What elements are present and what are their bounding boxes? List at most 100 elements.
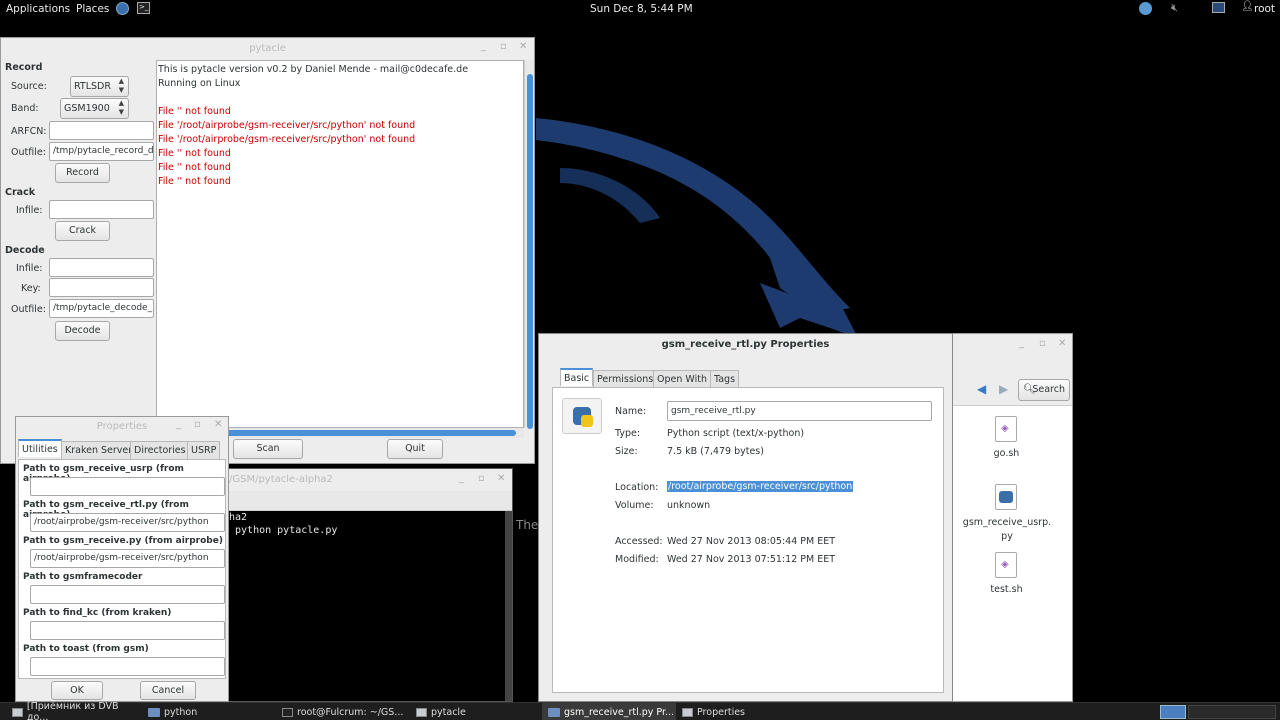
workspace-switcher-other[interactable] — [1188, 705, 1276, 719]
places-menu[interactable]: Places — [76, 3, 109, 15]
gsm-receive-usrp-path-field[interactable] — [30, 477, 225, 496]
taskbar-item[interactable]: python — [142, 703, 276, 720]
find-kc-path-field[interactable] — [30, 621, 225, 640]
pytacle-titlebar[interactable]: pytacle — [1, 38, 534, 60]
file-properties-titlebar[interactable]: gsm_receive_rtl.py Properties — [539, 334, 952, 356]
scrollbar-thumb[interactable] — [527, 74, 533, 429]
python-file-icon[interactable] — [562, 398, 602, 434]
tab-permissions[interactable]: Permissions — [593, 370, 658, 388]
name-field[interactable]: gsm_receive_rtl.py — [667, 401, 932, 421]
taskbar-item[interactable]: Properties — [676, 703, 810, 720]
decode-button[interactable]: Decode — [55, 321, 110, 341]
python-file-icon[interactable] — [995, 484, 1017, 510]
kali-menu-icon[interactable] — [1139, 2, 1152, 15]
field-label: Path to gsmframecoder — [23, 572, 143, 582]
volume-muted-icon[interactable]: 🔇︎ — [1171, 1, 1178, 15]
file-name[interactable]: go.sh — [979, 448, 1034, 459]
tab-usrp[interactable]: USRP — [187, 441, 221, 459]
network-icon[interactable] — [1212, 2, 1225, 13]
log-textview[interactable]: This is pytacle version v0.2 by Daniel M… — [156, 60, 524, 428]
minimize-icon[interactable]: _ — [1019, 338, 1024, 349]
taskbar: [Приёмник из DVB до... python root@Fulcr… — [0, 701, 1280, 720]
tab-tags[interactable]: Tags — [710, 370, 740, 388]
gsmframecoder-path-field[interactable] — [30, 585, 225, 604]
scan-button[interactable]: Scan — [233, 439, 303, 459]
field-label: Path to toast (from gsm) — [23, 644, 149, 654]
workspace-switcher[interactable] — [1160, 705, 1186, 719]
gsm-receive-path-field[interactable]: /root/airprobe/gsm-receiver/src/python — [30, 549, 225, 568]
log-line: File '' not found — [158, 148, 231, 159]
source-label: Source: — [11, 81, 47, 92]
type-value: Python script (text/x-python) — [667, 428, 805, 439]
top-panel: Applications Places >_ Sun Dec 8, 5:44 P… — [0, 0, 1280, 18]
applications-menu[interactable]: Applications — [6, 3, 70, 15]
maximize-icon[interactable]: ▫ — [194, 419, 201, 430]
minimize-icon[interactable]: _ — [176, 419, 181, 430]
shell-script-icon[interactable]: ◈ — [995, 552, 1017, 578]
quit-button[interactable]: Quit — [387, 439, 443, 459]
record-button[interactable]: Record — [55, 163, 110, 183]
terminal-line: python pytacle.py — [229, 525, 338, 536]
terminal-output[interactable]: ha2 python pytacle.py — [229, 511, 337, 537]
log-line: File '/root/airprobe/gsm-receiver/src/py… — [158, 120, 416, 131]
close-icon[interactable]: ✕ — [1058, 338, 1066, 349]
user-menu[interactable]: root — [1254, 3, 1275, 15]
log-line: File '' not found — [158, 176, 231, 187]
modified-value: Wed 27 Nov 2013 07:51:12 PM EET — [667, 554, 836, 565]
search-button[interactable]: 🔍︎ Search — [1018, 379, 1070, 401]
file-name[interactable]: test.sh — [979, 584, 1034, 595]
window-icon — [682, 707, 693, 717]
taskbar-item[interactable]: gsm_receive_rtl.py Pr... — [542, 703, 676, 720]
chevron-updown-icon: ▲ ▼ — [118, 99, 124, 116]
location-value[interactable]: /root/airprobe/gsm-receiver/src/python — [667, 481, 854, 492]
minimize-icon[interactable]: _ — [481, 41, 486, 52]
arfcn-field[interactable] — [49, 121, 154, 140]
tab-utilities[interactable]: Utilities — [18, 439, 62, 457]
close-icon[interactable]: ✕ — [519, 41, 527, 52]
file-name[interactable]: gsm_receive_usrp. py — [961, 516, 1053, 544]
log-vertical-scrollbar[interactable] — [524, 60, 534, 429]
tab-open-with[interactable]: Open With — [653, 370, 711, 388]
source-select[interactable]: RTLSDR ▲ ▼ — [70, 76, 129, 97]
forward-arrow-icon[interactable]: ▶ — [999, 382, 1008, 396]
record-outfile-label: Outfile: — [11, 147, 46, 158]
key-field[interactable] — [49, 278, 154, 297]
terminal-scrollbar[interactable] — [505, 511, 512, 701]
close-icon[interactable]: ✕ — [214, 419, 222, 430]
browser-icon[interactable] — [116, 2, 129, 15]
decode-infile-field[interactable] — [49, 258, 154, 277]
volume-label: Volume: — [615, 500, 654, 511]
close-icon[interactable]: ✕ — [497, 473, 505, 484]
log-line: Running on Linux — [158, 78, 241, 89]
record-outfile-field[interactable]: /tmp/pytacle_record_dl — [49, 142, 154, 161]
back-arrow-icon[interactable]: ◀ — [977, 382, 986, 396]
maximize-icon[interactable]: ▫ — [478, 473, 485, 484]
crack-heading: Crack — [5, 187, 36, 198]
taskbar-item[interactable]: root@Fulcrum: ~/GS... — [276, 703, 410, 720]
crack-infile-field[interactable] — [49, 200, 154, 219]
decode-infile-label: Infile: — [16, 263, 43, 274]
maximize-icon[interactable]: ▫ — [1039, 338, 1046, 349]
terminal-launcher-icon[interactable]: >_ — [137, 2, 150, 14]
tab-directories[interactable]: Directories — [130, 441, 190, 459]
decode-outfile-field[interactable]: /tmp/pytacle_decode_M — [49, 299, 154, 318]
folder-icon — [548, 707, 560, 717]
gsm-receive-rtl-path-field[interactable]: /root/airprobe/gsm-receiver/src/python — [30, 513, 225, 532]
taskbar-item[interactable]: pytacle — [410, 703, 544, 720]
shell-script-icon[interactable]: ◈ — [995, 416, 1017, 442]
band-select[interactable]: GSM1900 ▲ ▼ — [60, 98, 129, 119]
minimize-icon[interactable]: _ — [459, 473, 464, 484]
toast-path-field[interactable] — [30, 657, 225, 676]
crack-button[interactable]: Crack — [55, 221, 110, 241]
terminal-titlebar[interactable]: /GSM/pytacle-alpha2 _ ▫ ✕ — [229, 469, 512, 491]
file-manager-titlebar[interactable]: _ ▫ ✕ — [949, 334, 1072, 356]
maximize-icon[interactable]: ▫ — [500, 41, 507, 52]
cancel-button[interactable]: Cancel — [140, 681, 196, 700]
taskbar-item[interactable]: [Приёмник из DVB до... — [6, 701, 142, 720]
key-label: Key: — [21, 283, 41, 294]
clock[interactable]: Sun Dec 8, 5:44 PM — [590, 3, 693, 15]
ok-button[interactable]: OK — [51, 681, 103, 700]
decode-heading: Decode — [5, 245, 45, 256]
tab-kraken-server[interactable]: Kraken Server — [61, 441, 137, 459]
tab-basic[interactable]: Basic — [560, 368, 594, 386]
